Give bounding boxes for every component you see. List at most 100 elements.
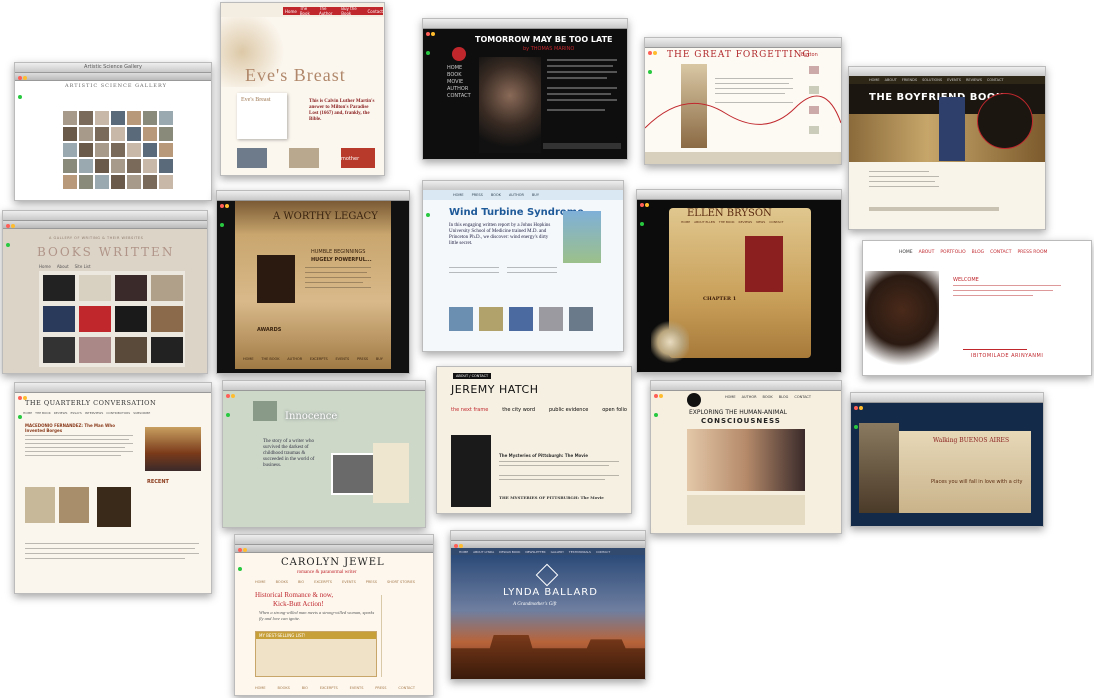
nav-home[interactable]: HOME xyxy=(869,78,880,82)
nav-book[interactable]: THE BOOK xyxy=(35,411,51,415)
about-tab[interactable]: ABOUT / CONTACT xyxy=(453,373,492,379)
nav-reviews[interactable]: REVIEWS xyxy=(54,411,68,415)
gallery-thumb[interactable] xyxy=(63,111,77,125)
screenshot-human-animal[interactable]: HOME AUTHOR BOOK BLOG CONTACT EXPLORING … xyxy=(650,380,842,534)
nav-excerpts[interactable]: EXCERPTS xyxy=(314,580,332,584)
site-thumb[interactable] xyxy=(151,306,183,332)
gallery-thumb[interactable] xyxy=(111,127,125,141)
nav-short-stories[interactable]: SHORT STORIES xyxy=(387,580,415,584)
nav-gallery[interactable]: GALLERY xyxy=(551,550,564,554)
screenshot-innocence[interactable]: Innocence The story of a writer who surv… xyxy=(222,380,426,528)
gallery-thumb[interactable] xyxy=(159,127,173,141)
nav-author[interactable]: AUTHOR xyxy=(287,357,302,361)
screenshot-ellen-bryson[interactable]: ELLEN BRYSON HOME ABOUT ELLEN THE BOOK R… xyxy=(636,189,842,373)
nav-blog[interactable]: BLOG xyxy=(779,395,789,399)
nav-button[interactable]: Button xyxy=(801,52,818,58)
gallery-thumb[interactable] xyxy=(79,111,93,125)
nav-author[interactable]: AUTHOR xyxy=(509,193,524,197)
nav-testimonials[interactable]: TESTIMONIALS xyxy=(569,550,591,554)
gallery-thumb[interactable] xyxy=(143,143,157,157)
site-thumb[interactable] xyxy=(79,275,111,301)
nav-home[interactable]: Home xyxy=(285,9,297,14)
nav-news[interactable]: NEWS xyxy=(756,220,765,224)
gallery-thumb[interactable] xyxy=(127,175,141,189)
footer-contact[interactable]: CONTACT xyxy=(398,686,415,690)
screenshot-artistic-science[interactable]: Artistic Science Gallery ARTISTIC SCIENC… xyxy=(14,62,212,201)
nav-solutions[interactable]: SOLUTIONS xyxy=(922,78,942,82)
screenshot-tomorrow[interactable]: TOMORROW MAY BE TOO LATE by THOMAS MARIN… xyxy=(422,18,628,160)
gallery-thumb[interactable] xyxy=(159,175,173,189)
gallery-thumb[interactable] xyxy=(63,175,77,189)
nav-interviews[interactable]: INTERVIEWS xyxy=(85,411,103,415)
nav-home[interactable]: HOME xyxy=(255,580,266,584)
nav-contact[interactable]: CONTACT xyxy=(987,78,1004,82)
nav-contact[interactable]: Contact xyxy=(367,9,383,14)
site-thumb[interactable] xyxy=(43,337,75,363)
nav-subscribe[interactable]: SUBSCRIBE xyxy=(133,411,150,415)
link-public-evidence[interactable]: public evidence xyxy=(549,407,588,413)
gallery-thumb[interactable] xyxy=(79,127,93,141)
gallery-thumb[interactable] xyxy=(111,159,125,173)
gallery-thumb[interactable] xyxy=(95,127,109,141)
gallery-thumb[interactable] xyxy=(79,159,93,173)
screenshot-buenos-aires[interactable]: Walking BUENOS AIRES Places you will fal… xyxy=(850,392,1044,527)
nav-about[interactable]: ABOUT xyxy=(885,78,897,82)
nav-press[interactable]: PRESS xyxy=(357,357,368,361)
gallery-thumb[interactable] xyxy=(111,175,125,189)
nav-home[interactable]: HOME xyxy=(725,395,736,399)
gallery-thumb[interactable] xyxy=(143,111,157,125)
nav-contact[interactable]: CONTACT xyxy=(794,395,811,399)
tab-home[interactable]: Home xyxy=(39,264,51,269)
gallery-thumb[interactable] xyxy=(159,159,173,173)
side-nav-contact[interactable]: CONTACT xyxy=(447,93,471,100)
screenshot-lynda-ballard[interactable]: HOME ABOUT LYNDA DESIGN BOOK NEWSLETTER … xyxy=(450,530,646,680)
site-thumb[interactable] xyxy=(43,306,75,332)
nav-excerpts[interactable]: EXCERPTS xyxy=(310,357,328,361)
link-open-folio[interactable]: open folio xyxy=(602,407,627,413)
site-thumb[interactable] xyxy=(79,306,111,332)
site-thumb[interactable] xyxy=(43,275,75,301)
gallery-thumb[interactable] xyxy=(143,159,157,173)
screenshot-carolyn-jewel[interactable]: CAROLYN JEWEL romance & paranormal write… xyxy=(234,534,434,696)
nav-home[interactable]: HOME xyxy=(459,550,468,554)
footer-events[interactable]: EVENTS xyxy=(350,686,364,690)
site-thumb[interactable] xyxy=(151,275,183,301)
gallery-thumb[interactable] xyxy=(127,143,141,157)
nav-friends[interactable]: FRIENDS xyxy=(902,78,917,82)
site-thumb[interactable] xyxy=(79,337,111,363)
screenshot-portfolio[interactable]: HOME ABOUT PORTFOLIO BLOG CONTACT PRESS … xyxy=(862,240,1092,376)
nav-events[interactable]: EVENTS xyxy=(342,580,356,584)
nav-book[interactable]: THE BOOK xyxy=(719,220,735,224)
gallery-thumb[interactable] xyxy=(63,143,77,157)
nav-book[interactable]: The Book xyxy=(300,6,316,16)
link-next-frame[interactable]: the next frame xyxy=(451,407,488,413)
footer-press[interactable]: PRESS xyxy=(375,686,386,690)
nav-essays[interactable]: ESSAYS xyxy=(70,411,81,415)
screenshot-worthy-legacy[interactable]: A WORTHY LEGACY HUMBLE BEGINNINGS HUGELY… xyxy=(216,190,410,374)
gallery-thumb[interactable] xyxy=(79,175,93,189)
site-thumb[interactable] xyxy=(115,337,147,363)
nav-reviews[interactable]: REVIEWS xyxy=(966,78,982,82)
gallery-thumb[interactable] xyxy=(111,111,125,125)
screenshot-wind-turbine[interactable]: HOME PRESS BOOK AUTHOR BUY Wind Turbine … xyxy=(422,180,624,352)
gallery-thumb[interactable] xyxy=(95,159,109,173)
nav-portfolio[interactable]: PORTFOLIO xyxy=(940,250,965,255)
gallery-thumb[interactable] xyxy=(127,159,141,173)
side-nav-book[interactable]: BOOK xyxy=(447,72,471,79)
nav-press[interactable]: PRESS xyxy=(472,193,483,197)
site-thumb[interactable] xyxy=(115,306,147,332)
tab-about[interactable]: About xyxy=(57,264,69,269)
gallery-thumb[interactable] xyxy=(63,159,77,173)
nav-home[interactable]: HOME xyxy=(243,357,254,361)
nav-book[interactable]: BOOK xyxy=(491,193,501,197)
side-nav-home[interactable]: HOME xyxy=(447,65,471,72)
nav-about[interactable]: ABOUT LYNDA xyxy=(473,550,494,554)
gallery-thumb[interactable] xyxy=(127,127,141,141)
nav-author[interactable]: The Author xyxy=(319,6,338,16)
nav-events[interactable]: EVENTS xyxy=(335,357,349,361)
nav-buy[interactable]: Buy the Book xyxy=(341,6,364,16)
gallery-thumb[interactable] xyxy=(159,111,173,125)
gallery-thumb[interactable] xyxy=(111,143,125,157)
nav-blog[interactable]: BLOG xyxy=(972,250,984,255)
nav-contributors[interactable]: CONTRIBUTORS xyxy=(106,411,130,415)
